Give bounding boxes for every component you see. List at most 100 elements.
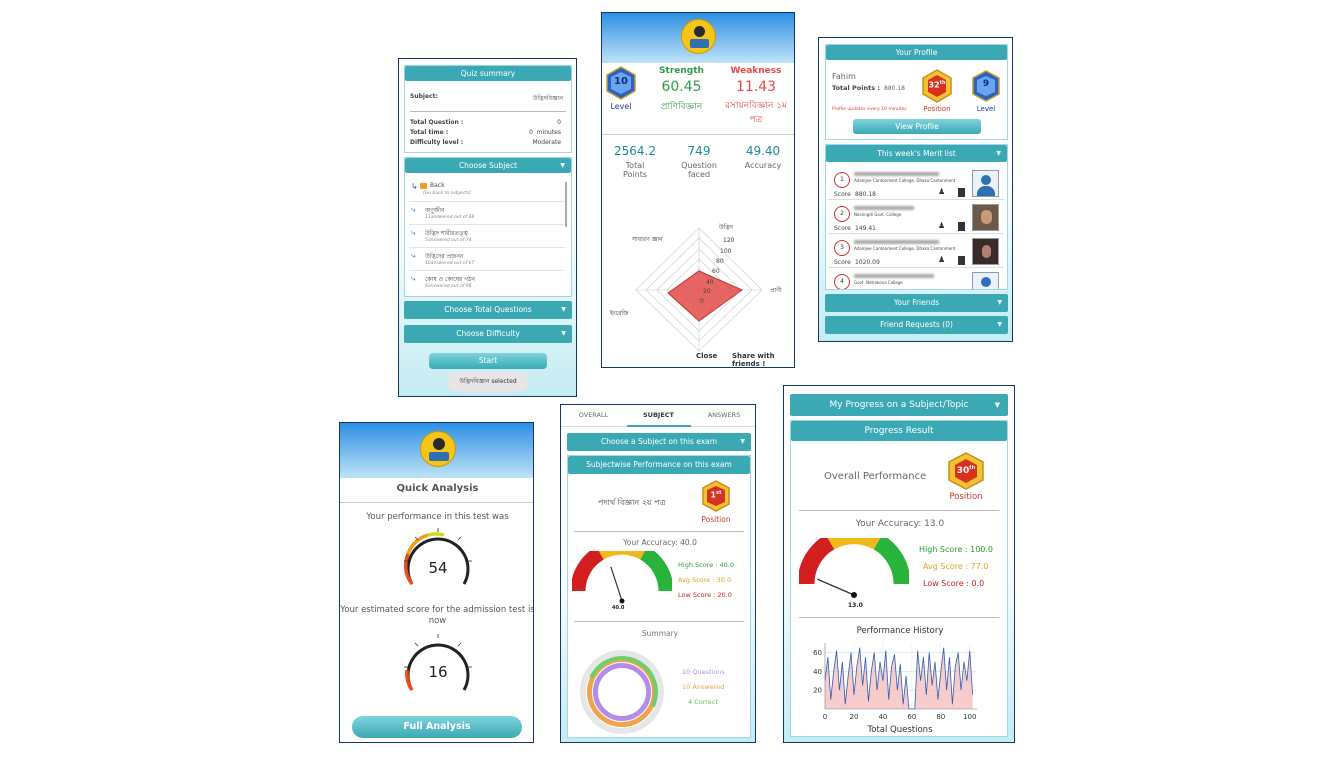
gauge-hub <box>851 592 857 598</box>
start-button[interactable]: Start <box>429 353 547 369</box>
chevron-down-icon: ▼ <box>994 401 1000 409</box>
view-profile-button[interactable]: View Profile <box>853 119 981 134</box>
avatar-book <box>690 39 709 48</box>
level-value: 9 <box>982 79 990 89</box>
add-friend-icon[interactable]: ♟ <box>938 187 945 196</box>
tab-subject[interactable]: SUBJECT <box>626 411 691 419</box>
level-label: Level <box>610 102 632 111</box>
level-value: 10 <box>614 76 628 87</box>
list-item[interactable]: 3 Adamjee Cantonment College, Dhaka Cant… <box>828 235 1004 268</box>
list-item[interactable]: 2 Narsingdi Govt. College Score 149.41 ♟ <box>828 201 1004 234</box>
radar-chart: 120 100 80 60 40 20 0 উদ্ভিদ প্রাণী ইংরে… <box>609 223 782 352</box>
radar-axis-label: সাধারণ জ্ঞান <box>631 236 663 243</box>
avatar-face <box>981 210 992 224</box>
add-friend-icon[interactable]: ♟ <box>938 221 945 230</box>
choose-subject-dropdown[interactable]: Choose Subject ▼ <box>405 158 571 173</box>
divider <box>602 134 794 135</box>
rank-circle: 1 <box>834 172 850 188</box>
topic-list[interactable]: ↳ Back [Go back to subjects] ⤷ অণুজীব 11… <box>409 180 565 295</box>
friend-requests-dropdown[interactable]: Friend Requests (0) ▼ <box>825 316 1008 334</box>
level-label: Level <box>976 105 996 113</box>
choose-total-questions-dropdown[interactable]: Choose Total Questions ▼ <box>404 301 572 319</box>
radar-tick: 20 <box>703 288 711 295</box>
tab-indicator <box>627 425 691 427</box>
list-item[interactable]: 4 Govt. Netrokona College <box>828 269 1004 289</box>
your-friends-dropdown[interactable]: Your Friends ▼ <box>825 294 1008 312</box>
topic-name: Back <box>430 182 445 189</box>
tab-answers[interactable]: ANSWERS <box>691 411 755 419</box>
subject-performance-screenshot: OVERALL SUBJECT ANSWERS Choose a Subject… <box>560 404 756 743</box>
your-profile-card: Your Profile Fahim Total Points : 880.18… <box>825 44 1008 140</box>
performance-card: Subjectwise Performance on this exam পদা… <box>567 455 751 739</box>
merit-dropdown[interactable]: This week's Merit list ▼ <box>826 145 1007 162</box>
close-button[interactable]: Close <box>696 352 717 360</box>
x-tick-label: 40 <box>878 713 887 721</box>
avatar-book <box>429 452 449 461</box>
full-analysis-button[interactable]: Full Analysis <box>352 716 522 738</box>
avg-score: Avg Score : 77.0 <box>923 562 989 571</box>
gauge-hub <box>619 598 625 604</box>
gauge-needle <box>817 578 855 596</box>
college-name: Narsingdi Govt. College <box>854 212 902 217</box>
quiz-summary-card: Quiz summary Subject: উদ্ভিদবিজ্ঞান Tota… <box>404 65 572 153</box>
difficulty-value: Moderate <box>532 139 561 146</box>
strength-subject: প্রাণিবিজ্ঞান <box>660 102 703 112</box>
tree-icon: ⤷ <box>411 274 416 283</box>
divider <box>340 502 533 503</box>
total-question-value: 0 <box>557 119 561 126</box>
list-item[interactable]: ⤷ উদ্ভিদ শারীরতত্ত্ব 5answered out of 74 <box>409 226 565 248</box>
add-friend-icon[interactable]: ♟ <box>938 255 945 264</box>
overall-performance-label: Overall Performance <box>824 471 927 482</box>
avatar-body <box>977 186 995 196</box>
position-value: 30 <box>956 466 970 476</box>
estimated-score-value: 16 <box>428 663 448 681</box>
weakness-subject: রসায়নবিজ্ঞান ১ম পত্র <box>724 101 788 125</box>
choose-difficulty-dropdown[interactable]: Choose Difficulty ▼ <box>404 325 572 343</box>
weakness-label: Weakness <box>730 66 782 76</box>
avatar <box>681 19 716 54</box>
document-icon[interactable] <box>958 188 965 197</box>
list-item[interactable]: ⤷ উদ্ভিদের প্রজনন 10answered out of 67 <box>409 249 565 271</box>
avatar-head <box>694 26 705 37</box>
accuracy-gauge <box>799 538 909 598</box>
back-icon <box>420 183 427 189</box>
tab-overall[interactable]: OVERALL <box>561 411 626 419</box>
document-icon[interactable] <box>958 256 965 265</box>
progress-screenshot: My Progress on a Subject/Topic ▼ Progres… <box>783 385 1015 743</box>
student-name-blurred <box>854 206 914 210</box>
rank-circle: 4 <box>834 274 850 289</box>
x-tick-label: 0 <box>823 713 827 721</box>
document-icon[interactable] <box>958 222 965 231</box>
share-button[interactable]: Share with friends ! <box>732 352 794 367</box>
radar-axis-label: ইংরেজি <box>609 310 629 317</box>
radar-tick: 80 <box>716 258 724 265</box>
scrollbar[interactable] <box>565 182 567 227</box>
chevron-down-icon: ▼ <box>560 162 565 169</box>
history-xlabel: Total Questions <box>867 725 933 735</box>
list-item[interactable]: ↳ Back [Go back to subjects] <box>409 180 565 202</box>
gauge-needle <box>610 566 623 602</box>
progress-dropdown[interactable]: My Progress on a Subject/Topic ▼ <box>790 394 1008 416</box>
avatar <box>972 238 999 265</box>
position-label: Position <box>701 515 731 524</box>
update-note: Profile updates every 10 minutes <box>832 107 907 112</box>
progress-title: Progress Result <box>791 421 1007 441</box>
list-item[interactable]: 1 Adamjee Cantonment College, Dhaka Cant… <box>828 167 1004 200</box>
total-question-label: Total Question : <box>410 119 464 126</box>
choose-subject-dropdown[interactable]: Choose a Subject on this exam ▼ <box>567 433 751 451</box>
college-name: Govt. Netrokona College <box>854 280 903 285</box>
choose-subject-label: Choose a Subject on this exam <box>600 437 718 446</box>
list-item[interactable]: ⤷ অণুজীব 11answered out of 68 <box>409 203 565 225</box>
position-suffix: th <box>969 465 976 471</box>
list-item[interactable]: ⤷ কোষ ও কোষের গঠন 8answered out of 96 <box>409 272 565 294</box>
quick-analysis-screenshot: Quick Analysis Your performance in this … <box>339 422 534 743</box>
choose-difficulty-label: Choose Difficulty <box>456 329 520 338</box>
avg-score: Avg Score : 30.0 <box>678 576 732 584</box>
points-label: Total Points : <box>832 84 880 92</box>
choose-subject-label: Choose Subject <box>458 161 518 170</box>
your-profile-title: Your Profile <box>826 45 1007 60</box>
high-score: High Score : 100.0 <box>919 545 994 554</box>
stats-screenshot: 10 Level Strength 60.45 প্রাণিবিজ্ঞান We… <box>601 12 795 368</box>
position-suffix: th <box>939 80 946 86</box>
x-tick-label: 100 <box>963 713 976 721</box>
